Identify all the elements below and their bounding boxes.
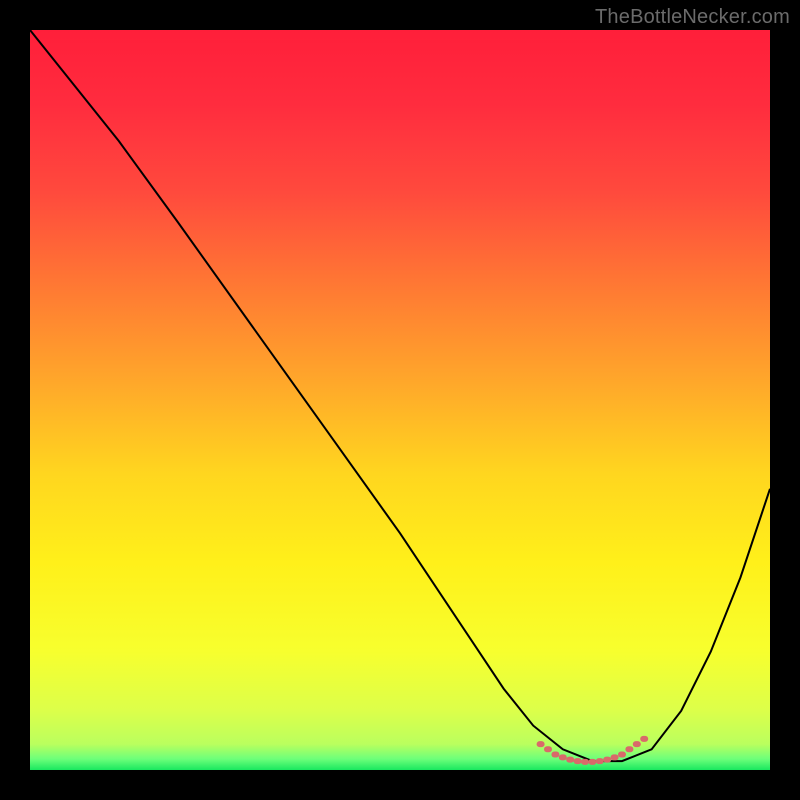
- gradient-background: [30, 30, 770, 770]
- optimal-marker-dot: [596, 758, 604, 764]
- optimal-marker-dot: [588, 759, 596, 765]
- optimal-marker-dot: [603, 757, 611, 763]
- optimal-marker-dot: [551, 752, 559, 758]
- optimal-marker-dot: [640, 736, 648, 742]
- optimal-marker-dot: [537, 741, 545, 747]
- chart-frame: TheBottleNecker.com: [0, 0, 800, 800]
- optimal-marker-dot: [633, 741, 641, 747]
- optimal-marker-dot: [574, 758, 582, 764]
- optimal-marker-dot: [618, 752, 626, 758]
- optimal-marker-dot: [566, 757, 574, 763]
- watermark-text: TheBottleNecker.com: [595, 6, 790, 29]
- plot-area: [30, 30, 770, 770]
- optimal-marker-dot: [611, 754, 619, 760]
- bottleneck-chart: [30, 30, 770, 770]
- optimal-marker-dot: [581, 759, 589, 765]
- optimal-marker-dot: [625, 746, 633, 752]
- optimal-marker-dot: [559, 754, 567, 760]
- optimal-marker-dot: [544, 746, 552, 752]
